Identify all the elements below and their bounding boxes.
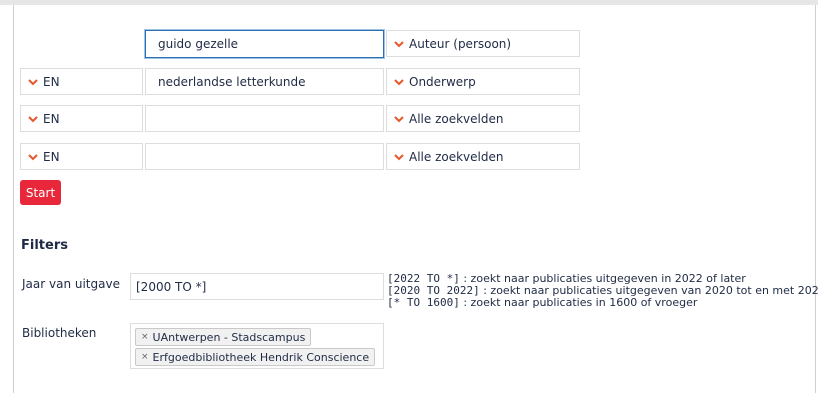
year-filter-hints: [2022 TO *] : zoekt naar publicaties uit…	[387, 273, 818, 309]
chevron-down-icon	[28, 115, 38, 122]
chevron-down-icon	[394, 40, 404, 47]
operator-select-label: EN	[43, 149, 60, 164]
chevron-down-icon	[394, 153, 404, 160]
operator-select-3[interactable]: EN	[20, 105, 143, 132]
remove-tag-icon[interactable]: ×	[141, 332, 149, 342]
field-select-3[interactable]: Alle zoekvelden	[386, 105, 580, 132]
field-select-label: Onderwerp	[409, 74, 476, 89]
field-select-4[interactable]: Alle zoekvelden	[386, 143, 580, 170]
libraries-filter-label: Bibliotheken	[22, 326, 97, 340]
year-filter-input[interactable]: [2000 TO *]	[130, 273, 384, 300]
year-filter-label: Jaar van uitgave	[22, 277, 120, 291]
hint-example: [* TO 1600]	[387, 296, 460, 309]
search-term-input-3[interactable]	[145, 105, 384, 132]
library-tag-label: Erfgoedbibliotheek Hendrik Conscience	[152, 350, 370, 364]
field-select-1[interactable]: Auteur (persoon)	[386, 30, 580, 57]
search-term-input-4[interactable]	[145, 143, 384, 170]
remove-tag-icon[interactable]: ×	[141, 352, 149, 362]
search-term-value: guido gezelle	[158, 37, 239, 51]
library-tag-label: UAntwerpen - Stadscampus	[152, 330, 306, 344]
library-tag: × Erfgoedbibliotheek Hendrik Conscience	[135, 348, 376, 366]
window-top-edge	[0, 0, 818, 5]
operator-select-4[interactable]: EN	[20, 143, 143, 170]
library-tag: × UAntwerpen - Stadscampus	[135, 328, 312, 346]
search-term-input-2[interactable]: nederlandse letterkunde	[145, 68, 384, 95]
hint-line: [* TO 1600] : zoekt naar publicaties in …	[387, 297, 817, 309]
field-select-2[interactable]: Onderwerp	[386, 68, 580, 95]
year-filter-value: [2000 TO *]	[136, 279, 207, 294]
field-select-label: Auteur (persoon)	[409, 36, 512, 51]
chevron-down-icon	[394, 115, 404, 122]
operator-select-2[interactable]: EN	[20, 68, 143, 95]
filters-heading: Filters	[21, 238, 68, 253]
hint-description: : zoekt naar publicaties in 1600 of vroe…	[459, 296, 698, 309]
chevron-down-icon	[28, 153, 38, 160]
field-select-label: Alle zoekvelden	[409, 111, 504, 126]
operator-select-label: EN	[43, 74, 60, 89]
content-left-border	[13, 5, 14, 393]
field-select-label: Alle zoekvelden	[409, 149, 504, 164]
chevron-down-icon	[394, 78, 404, 85]
operator-select-label: EN	[43, 111, 60, 126]
search-term-value: nederlandse letterkunde	[158, 74, 306, 89]
start-button[interactable]: Start	[20, 180, 61, 205]
chevron-down-icon	[28, 78, 38, 85]
libraries-tag-input[interactable]: × UAntwerpen - Stadscampus × Erfgoedbibl…	[130, 323, 384, 369]
search-term-input-1[interactable]: guido gezelle	[145, 30, 384, 58]
content-right-border	[815, 5, 816, 393]
